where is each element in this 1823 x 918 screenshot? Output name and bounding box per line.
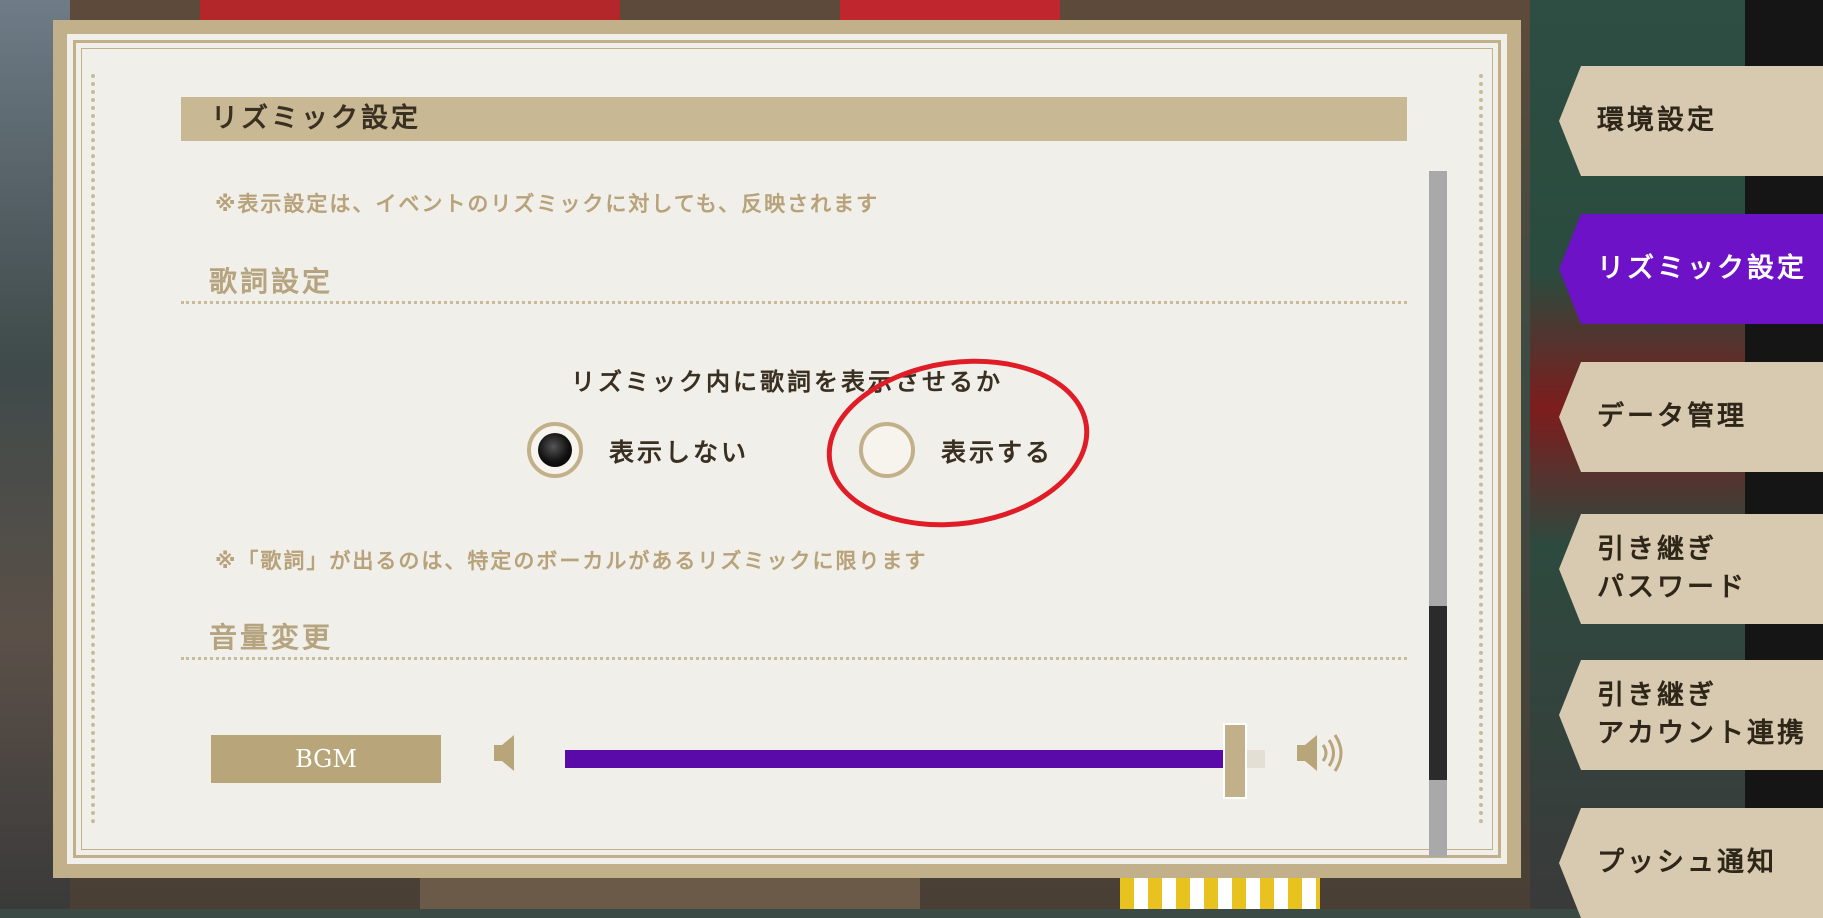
volume-divider (181, 657, 1407, 660)
panel-frame-inner (81, 48, 1493, 850)
lyrics-question: リズミック内に歌詞を表示させるか (571, 368, 1003, 396)
bgm-slider-track[interactable] (565, 750, 1265, 768)
bgm-slider-fill (565, 750, 1237, 768)
dotted-border-right (1479, 74, 1483, 824)
tab-rhythmic[interactable]: リズミック設定 (1559, 214, 1823, 324)
dotted-border-left (91, 74, 95, 824)
note-display-setting: ※表示設定は、イベントのリズミックに対しても、反映されます (215, 192, 880, 216)
tab-label: リズミック設定 (1597, 253, 1807, 284)
tab-label: 引き継ぎ アカウント連携 (1597, 680, 1807, 749)
speaker-low-icon (494, 735, 514, 771)
bgm-slider-thumb[interactable] (1223, 723, 1247, 799)
tab-label: データ管理 (1597, 401, 1747, 432)
radio-hide-lyrics[interactable] (527, 422, 583, 478)
settings-panel: リズミック設定 ※表示設定は、イベントのリズミックに対しても、反映されます 歌詞… (53, 20, 1521, 878)
tab-label: 引き継ぎ パスワード (1597, 534, 1747, 603)
panel-paper: リズミック設定 ※表示設定は、イベントのリズミックに対しても、反映されます 歌詞… (67, 34, 1507, 864)
tab-data-management[interactable]: データ管理 (1559, 362, 1823, 472)
tab-environment[interactable]: 環境設定 (1559, 66, 1823, 176)
volume-heading: 音量変更 (209, 621, 334, 654)
lyrics-heading: 歌詞設定 (209, 265, 334, 298)
section-header: リズミック設定 (181, 97, 1407, 141)
radio-hide-lyrics-label[interactable]: 表示しない (609, 433, 749, 469)
speaker-high-icon (1297, 734, 1343, 772)
tab-push-notification[interactable]: プッシュ通知 (1559, 808, 1823, 918)
note-lyrics: ※「歌詞」が出るのは、特定のボーカルがあるリズミックに限ります (215, 549, 928, 573)
tab-label: プッシュ通知 (1597, 847, 1777, 878)
tab-transfer-account[interactable]: 引き継ぎ アカウント連携 (1559, 660, 1823, 770)
tab-label: 環境設定 (1597, 105, 1717, 136)
tab-transfer-password[interactable]: 引き継ぎ パスワード (1559, 514, 1823, 624)
scrollbar-thumb[interactable] (1429, 606, 1447, 780)
bgm-label: BGM (211, 735, 441, 783)
scrollbar[interactable] (1429, 171, 1447, 857)
lyrics-divider (181, 301, 1407, 304)
